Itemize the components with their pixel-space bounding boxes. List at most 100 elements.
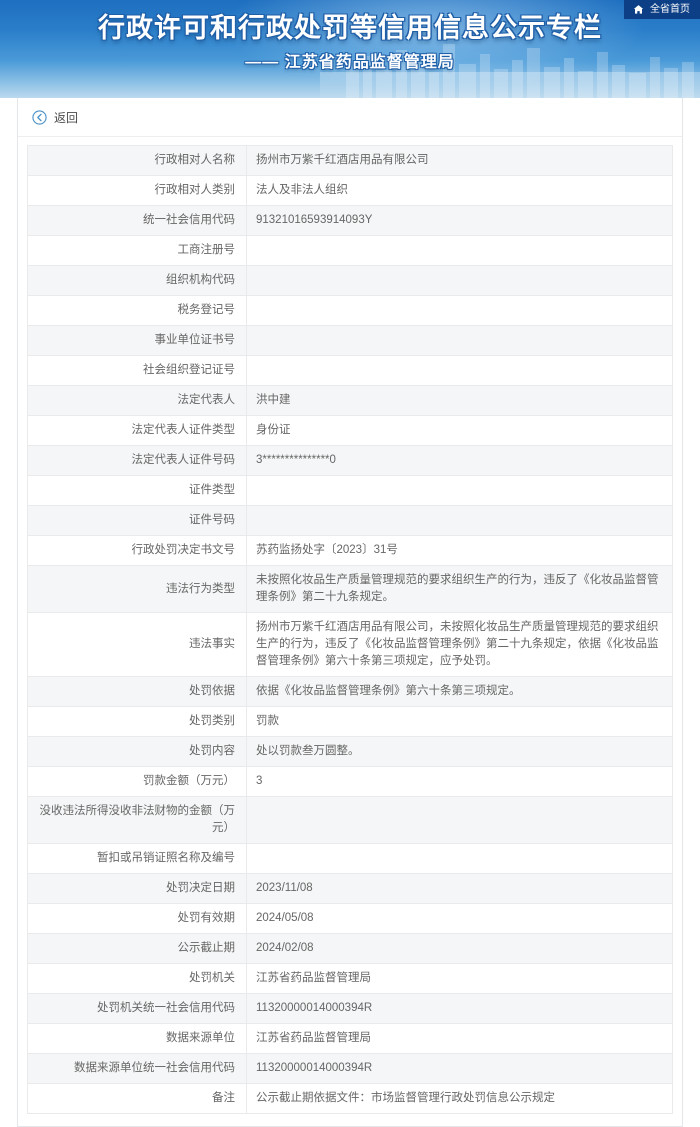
table-row: 数据来源单位 江苏省药品监督管理局 bbox=[27, 1023, 673, 1054]
table-row: 法定代表人证件类型 身份证 bbox=[27, 415, 673, 446]
page-banner: 全省首页 行政许可和行政处罚等信用信息公示专栏 —— 江苏省药品监督管理局 bbox=[0, 0, 700, 98]
table-row: 处罚类别 罚款 bbox=[27, 706, 673, 737]
row-label: 公示截止期 bbox=[27, 933, 247, 964]
row-value: 公示截止期依据文件：市场监督管理行政处罚信息公示规定 bbox=[246, 1083, 673, 1114]
row-value: 江苏省药品监督管理局 bbox=[246, 1023, 673, 1054]
row-value: 身份证 bbox=[246, 415, 673, 446]
row-label: 事业单位证书号 bbox=[27, 325, 247, 356]
row-label: 行政相对人类别 bbox=[27, 175, 247, 206]
row-label: 罚款金额（万元） bbox=[27, 766, 247, 797]
row-label: 社会组织登记证号 bbox=[27, 355, 247, 386]
table-row: 行政相对人名称 扬州市万紫千红酒店用品有限公司 bbox=[27, 145, 673, 176]
penalty-info-table-body: 行政相对人名称 扬州市万紫千红酒店用品有限公司 行政相对人类别 法人及非法人组织 统一社… bbox=[27, 145, 673, 1114]
row-value: 洪中建 bbox=[246, 385, 673, 416]
row-label: 法定代表人证件号码 bbox=[27, 445, 247, 476]
row-value: 扬州市万紫千红酒店用品有限公司，未按照化妆品生产质量管理规范的要求组织生产的行为… bbox=[246, 612, 673, 677]
row-label: 数据来源单位 bbox=[27, 1023, 247, 1054]
banner-title: 行政许可和行政处罚等信用信息公示专栏 bbox=[98, 13, 602, 43]
province-home-label: 全省首页 bbox=[650, 4, 690, 15]
row-label: 违法事实 bbox=[27, 612, 247, 677]
row-value: 11320000014000394R bbox=[246, 993, 673, 1024]
info-table-container: 行政相对人名称 扬州市万紫千红酒店用品有限公司 行政相对人类别 法人及非法人组织 统一社… bbox=[18, 137, 682, 1126]
row-label: 处罚内容 bbox=[27, 736, 247, 767]
row-value: 未按照化妆品生产质量管理规范的要求组织生产的行为，违反了《化妆品监督管理条例》第… bbox=[246, 565, 673, 613]
table-row: 处罚依据 依据《化妆品监督管理条例》第六十条第三项规定。 bbox=[27, 676, 673, 707]
row-label: 暂扣或吊销证照名称及编号 bbox=[27, 843, 247, 874]
content-card: 返回 行政相对人名称 扬州市万紫千红酒店用品有限公司 行政相对人类别 法人及非法人组织… bbox=[17, 98, 683, 1127]
row-label: 处罚决定日期 bbox=[27, 873, 247, 904]
penalty-info-table: 行政相对人名称 扬州市万紫千红酒店用品有限公司 行政相对人类别 法人及非法人组织 统一社… bbox=[27, 145, 673, 1114]
province-home-link[interactable]: 全省首页 bbox=[624, 0, 700, 19]
back-button-label: 返回 bbox=[54, 110, 79, 125]
table-row: 法定代表人 洪中建 bbox=[27, 385, 673, 416]
banner-subtitle: —— 江苏省药品监督管理局 bbox=[245, 54, 455, 71]
water-reflection-decoration bbox=[320, 72, 700, 98]
table-row: 行政处罚决定书文号 苏药监扬处字〔2023〕31号 bbox=[27, 535, 673, 566]
row-value: 3***************0 bbox=[246, 445, 673, 476]
table-row: 处罚有效期 2024/05/08 bbox=[27, 903, 673, 934]
table-row: 处罚机关统一社会信用代码 11320000014000394R bbox=[27, 993, 673, 1024]
table-row: 事业单位证书号 bbox=[27, 325, 673, 356]
table-row: 数据来源单位统一社会信用代码 11320000014000394R bbox=[27, 1053, 673, 1084]
table-row: 行政相对人类别 法人及非法人组织 bbox=[27, 175, 673, 206]
row-label: 没收违法所得没收非法财物的金额（万元） bbox=[27, 796, 247, 844]
table-row: 违法行为类型 未按照化妆品生产质量管理规范的要求组织生产的行为，违反了《化妆品监督… bbox=[27, 565, 673, 613]
row-label: 证件号码 bbox=[27, 505, 247, 536]
row-label: 统一社会信用代码 bbox=[27, 205, 247, 236]
row-label: 备注 bbox=[27, 1083, 247, 1114]
row-label: 处罚依据 bbox=[27, 676, 247, 707]
row-label: 违法行为类型 bbox=[27, 565, 247, 613]
row-value: 江苏省药品监督管理局 bbox=[246, 963, 673, 994]
content-toolbar: 返回 bbox=[18, 98, 682, 137]
row-value: 2024/02/08 bbox=[246, 933, 673, 964]
row-label: 处罚类别 bbox=[27, 706, 247, 737]
row-value: 罚款 bbox=[246, 706, 673, 737]
table-row: 暂扣或吊销证照名称及编号 bbox=[27, 843, 673, 874]
row-value: 2024/05/08 bbox=[246, 903, 673, 934]
table-row: 罚款金额（万元） 3 bbox=[27, 766, 673, 797]
row-label: 法定代表人 bbox=[27, 385, 247, 416]
row-value: 2023/11/08 bbox=[246, 873, 673, 904]
table-row: 工商注册号 bbox=[27, 235, 673, 266]
row-label: 处罚有效期 bbox=[27, 903, 247, 934]
row-label: 数据来源单位统一社会信用代码 bbox=[27, 1053, 247, 1084]
row-label: 工商注册号 bbox=[27, 235, 247, 266]
row-value: 依据《化妆品监督管理条例》第六十条第三项规定。 bbox=[246, 676, 673, 707]
table-row: 处罚内容 处以罚款叁万圆整。 bbox=[27, 736, 673, 767]
table-row: 证件号码 bbox=[27, 505, 673, 536]
arrow-left-circle-icon bbox=[32, 109, 47, 125]
row-value: 法人及非法人组织 bbox=[246, 175, 673, 206]
row-label: 证件类型 bbox=[27, 475, 247, 506]
back-button[interactable]: 返回 bbox=[32, 109, 78, 126]
row-value bbox=[246, 843, 673, 874]
table-row: 公示截止期 2024/02/08 bbox=[27, 933, 673, 964]
table-row: 没收违法所得没收非法财物的金额（万元） bbox=[27, 796, 673, 844]
table-row: 处罚机关 江苏省药品监督管理局 bbox=[27, 963, 673, 994]
row-value: 处以罚款叁万圆整。 bbox=[246, 736, 673, 767]
row-label: 处罚机关 bbox=[27, 963, 247, 994]
row-value: 91321016593914093Y bbox=[246, 205, 673, 236]
row-label: 行政处罚决定书文号 bbox=[27, 535, 247, 566]
row-label: 处罚机关统一社会信用代码 bbox=[27, 993, 247, 1024]
row-value: 11320000014000394R bbox=[246, 1053, 673, 1084]
home-icon bbox=[633, 5, 644, 14]
row-value: 扬州市万紫千红酒店用品有限公司 bbox=[246, 145, 673, 176]
table-row: 组织机构代码 bbox=[27, 265, 673, 296]
row-value bbox=[246, 796, 673, 844]
row-value bbox=[246, 475, 673, 506]
row-label: 税务登记号 bbox=[27, 295, 247, 326]
table-row: 法定代表人证件号码 3***************0 bbox=[27, 445, 673, 476]
table-row: 备注 公示截止期依据文件：市场监督管理行政处罚信息公示规定 bbox=[27, 1083, 673, 1114]
row-value bbox=[246, 355, 673, 386]
row-value bbox=[246, 295, 673, 326]
table-row: 税务登记号 bbox=[27, 295, 673, 326]
row-value bbox=[246, 325, 673, 356]
row-label: 组织机构代码 bbox=[27, 265, 247, 296]
table-row: 违法事实 扬州市万紫千红酒店用品有限公司，未按照化妆品生产质量管理规范的要求组织生… bbox=[27, 612, 673, 677]
row-value bbox=[246, 235, 673, 266]
row-value bbox=[246, 265, 673, 296]
row-label: 行政相对人名称 bbox=[27, 145, 247, 176]
table-row: 统一社会信用代码 91321016593914093Y bbox=[27, 205, 673, 236]
table-row: 社会组织登记证号 bbox=[27, 355, 673, 386]
table-row: 证件类型 bbox=[27, 475, 673, 506]
